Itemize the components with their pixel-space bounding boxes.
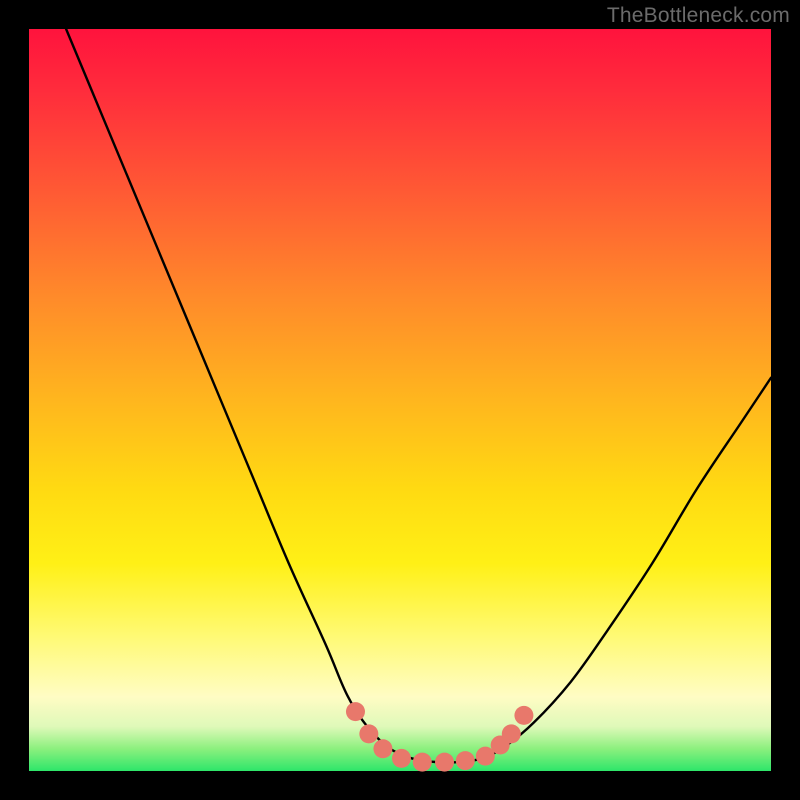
curve-marker xyxy=(392,749,411,768)
curve-marker xyxy=(514,706,533,725)
curve-marker xyxy=(373,739,392,758)
curve-marker xyxy=(346,702,365,721)
plot-area xyxy=(29,29,771,771)
chart-frame: TheBottleneck.com xyxy=(0,0,800,800)
watermark-text: TheBottleneck.com xyxy=(607,4,790,28)
curve-marker xyxy=(456,751,475,770)
curve-marker xyxy=(359,724,378,743)
marker-group xyxy=(346,702,533,771)
curve-marker xyxy=(502,724,521,743)
curve-marker xyxy=(435,753,454,772)
curve-marker xyxy=(413,753,432,772)
bottleneck-curve xyxy=(66,29,771,763)
curve-layer xyxy=(29,29,771,771)
